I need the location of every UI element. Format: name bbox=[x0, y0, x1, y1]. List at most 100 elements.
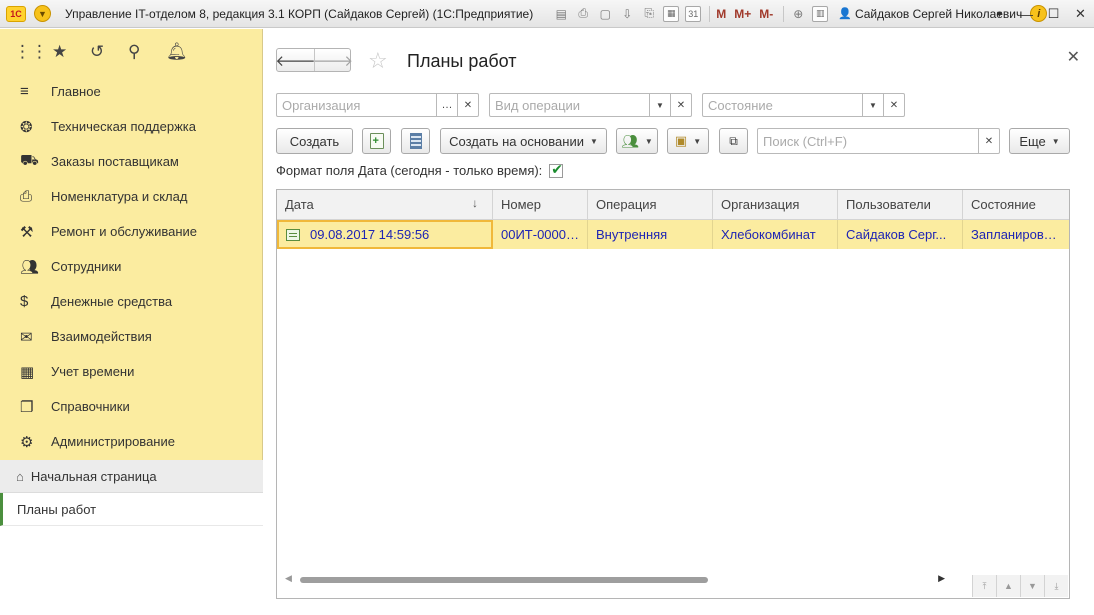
operation-input[interactable] bbox=[489, 93, 650, 117]
sidebar-item-support[interactable]: ❂ Техническая поддержка bbox=[0, 109, 262, 144]
search-icon[interactable]: ⚲ bbox=[128, 42, 166, 62]
calculator-icon[interactable]: ▦ bbox=[663, 5, 680, 22]
create-based-on-label: Создать на основании bbox=[449, 133, 584, 149]
main-menu-button[interactable]: ▼ bbox=[34, 5, 51, 22]
save-icon[interactable]: ▤ bbox=[553, 6, 569, 22]
people-icon: 👥︎ bbox=[20, 258, 40, 276]
sidebar-item-main[interactable]: ≡ Главное bbox=[0, 74, 262, 109]
maximize-icon[interactable]: ☐ bbox=[1040, 6, 1067, 22]
sidebar-item-catalogs[interactable]: ❐ Справочники bbox=[0, 389, 262, 424]
sidebar-item-repair[interactable]: ⚒ Ремонт и обслуживание bbox=[0, 214, 262, 249]
clear-icon[interactable]: ✕ bbox=[458, 93, 479, 117]
sidebar-item-interactions[interactable]: ✉ Взаимодействия bbox=[0, 319, 262, 354]
cell-number[interactable]: 00ИТ-000001 bbox=[493, 220, 588, 249]
sidebar-item-administration[interactable]: ⚙ Администрирование bbox=[0, 424, 262, 459]
column-organization[interactable]: Организация bbox=[713, 190, 838, 220]
sidebar-item-time-tracking[interactable]: ▦ Учет времени bbox=[0, 354, 262, 389]
close-window-icon[interactable]: ✕ bbox=[1067, 6, 1094, 22]
dropdown-arrow-icon[interactable]: ▼ bbox=[650, 93, 671, 117]
dropdown-arrow-icon[interactable]: ▼ bbox=[986, 9, 1013, 19]
chevron-down-icon: ▼ bbox=[1051, 136, 1060, 146]
close-form-icon[interactable]: ✕ bbox=[1067, 47, 1080, 67]
column-operation[interactable]: Операция bbox=[588, 190, 713, 220]
window-controls: ▼ — ☐ ✕ bbox=[986, 0, 1094, 28]
memory-minus-button[interactable]: M- bbox=[759, 6, 773, 22]
scroll-first-icon[interactable]: ⤒ bbox=[972, 575, 996, 597]
home-page-link[interactable]: ⌂ Начальная страница bbox=[0, 460, 263, 493]
scroll-last-icon[interactable]: ⤓ bbox=[1044, 575, 1068, 597]
minimize-icon[interactable]: — bbox=[1013, 7, 1040, 22]
memory-plus-button[interactable]: M+ bbox=[734, 6, 751, 22]
cell-organization[interactable]: Хлебокомбинат bbox=[713, 220, 838, 249]
cell-state[interactable]: Запланировано bbox=[963, 220, 1069, 249]
memory-m-button[interactable]: M bbox=[716, 6, 726, 22]
open-windows-panel: ⌂ Начальная страница Планы работ bbox=[0, 460, 263, 615]
clear-icon[interactable]: ✕ bbox=[979, 128, 1000, 154]
plans-table: Дата ↓ Номер Операция Организация Пользо… bbox=[276, 189, 1070, 599]
cell-users[interactable]: Сайдаков Серг... bbox=[838, 220, 963, 249]
books-icon: ❐ bbox=[20, 398, 34, 416]
chevron-down-icon: ▼ bbox=[693, 136, 702, 146]
sidebar-item-warehouse[interactable]: ⎙ Номенклатура и склад bbox=[0, 179, 262, 214]
column-state[interactable]: Состояние bbox=[963, 190, 1069, 220]
calendar-icon[interactable]: 31 bbox=[685, 5, 702, 22]
search-input[interactable] bbox=[757, 128, 979, 154]
date-format-checkbox[interactable] bbox=[549, 161, 564, 178]
printer-icon: ⎙ bbox=[20, 188, 33, 205]
open-window-item[interactable]: Планы работ bbox=[0, 493, 263, 526]
dropdown-arrow-icon[interactable]: ▼ bbox=[863, 93, 884, 117]
column-number[interactable]: Номер bbox=[493, 190, 588, 220]
bell-icon[interactable]: 🔔︎ bbox=[166, 42, 204, 62]
scroll-up-icon[interactable]: ▲ bbox=[996, 575, 1020, 597]
apps-grid-icon[interactable]: ⋮⋮ bbox=[14, 42, 52, 62]
more-button[interactable]: Еще ▼ bbox=[1009, 128, 1070, 154]
history-icon[interactable]: ↺ bbox=[90, 42, 128, 62]
navigation-buttons: 🡐 🡒 bbox=[275, 48, 353, 72]
state-input[interactable] bbox=[702, 93, 863, 117]
scroll-right-icon[interactable]: ▶ bbox=[938, 573, 945, 584]
report-dropdown-button[interactable]: ▣ ▼ bbox=[667, 128, 709, 154]
scroll-left-icon[interactable]: ◀ bbox=[285, 573, 292, 584]
cell-operation[interactable]: Внутренняя bbox=[588, 220, 713, 249]
add-users-icon: 👥︎ bbox=[621, 132, 639, 149]
favorite-star-icon[interactable]: ☆ bbox=[368, 48, 388, 74]
column-date[interactable]: Дата ↓ bbox=[277, 190, 493, 220]
select-button[interactable]: … bbox=[437, 93, 458, 117]
back-arrow-icon[interactable]: 🡐 bbox=[275, 49, 315, 71]
add-document-icon bbox=[369, 133, 384, 149]
copy-button[interactable] bbox=[362, 128, 391, 154]
panels-icon[interactable]: ▥ bbox=[812, 5, 829, 22]
window-title: Управление IT-отделом 8, редакция 3.1 КО… bbox=[65, 6, 534, 21]
table-row[interactable]: 09.08.2017 14:59:56 00ИТ-000001 Внутренн… bbox=[277, 220, 1069, 249]
menu-lines-icon: ≡ bbox=[20, 83, 29, 100]
create-based-on-button[interactable]: Создать на основании ▼ bbox=[440, 128, 607, 154]
organization-input[interactable] bbox=[276, 93, 437, 117]
scroll-down-icon[interactable]: ▼ bbox=[1020, 575, 1044, 597]
forward-arrow-icon[interactable]: 🡒 bbox=[313, 49, 353, 71]
sidebar-item-supplier-orders[interactable]: ⛟ Заказы поставщикам bbox=[0, 144, 262, 179]
create-button[interactable]: Создать bbox=[276, 128, 353, 154]
print-icon[interactable]: ⎙ bbox=[575, 6, 591, 22]
preview-icon[interactable]: ▢ bbox=[597, 6, 613, 22]
state-filter: ▼ ✕ bbox=[702, 93, 905, 117]
sidebar-top-toolbar: ⋮⋮ ★ ↺ ⚲ 🔔︎ bbox=[0, 29, 262, 74]
inbox-icon[interactable]: ⇩ bbox=[619, 6, 635, 22]
sidebar-item-employees[interactable]: 👥︎ Сотрудники bbox=[0, 249, 262, 284]
open-window-button[interactable]: ⧉ bbox=[719, 128, 748, 154]
clear-icon[interactable]: ✕ bbox=[884, 93, 905, 117]
scrollbar-thumb[interactable] bbox=[300, 577, 708, 583]
table-header: Дата ↓ Номер Операция Организация Пользо… bbox=[277, 190, 1069, 220]
users-dropdown-button[interactable]: 👥︎ ▼ bbox=[616, 128, 658, 154]
gear-icon: ⚙ bbox=[20, 433, 34, 451]
favorites-star-icon[interactable]: ★ bbox=[52, 42, 90, 62]
print-list-icon[interactable]: ⎘ bbox=[641, 6, 657, 22]
user-icon: 👤 bbox=[838, 8, 852, 20]
sidebar-item-money[interactable]: $ Денежные средства bbox=[0, 284, 262, 319]
column-users[interactable]: Пользователи bbox=[838, 190, 963, 220]
clear-icon[interactable]: ✕ bbox=[671, 93, 692, 117]
zoom-icon[interactable]: ⊕ bbox=[790, 6, 806, 22]
new-window-icon: ⧉ bbox=[729, 133, 738, 148]
list-button[interactable] bbox=[401, 128, 430, 154]
cell-date[interactable]: 09.08.2017 14:59:56 bbox=[277, 220, 493, 249]
horizontal-scrollbar[interactable]: ◀ ▶ bbox=[285, 573, 945, 587]
